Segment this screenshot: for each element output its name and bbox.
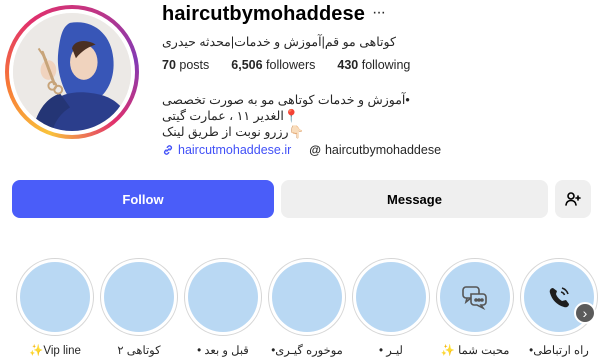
highlight-label: موخوره گیـری• <box>271 345 343 357</box>
story-highlights: ✨Vip line کوتاهی ۲ قبل و بعد • موخوره گی… <box>16 258 598 358</box>
bio-line: 👇🏻رزرو نوبت از طریق لینک <box>162 125 305 139</box>
phone-icon <box>549 287 569 308</box>
highlight-label: ✨Vip line <box>29 345 81 357</box>
highlight-cover: › <box>524 262 596 332</box>
bio-line: 📍الغدیر ۱۱ ، عمارت گیتی <box>162 109 300 123</box>
highlight-cover <box>20 262 90 332</box>
profile-bio: •آموزش و خدمات کوتاهی مو به صورت تخصصی 📍… <box>162 92 422 140</box>
highlight-label: قبل و بعد • <box>197 345 249 357</box>
next-arrow-icon[interactable]: › <box>574 302 596 324</box>
highlight-item[interactable]: › راه ارتباطی• <box>520 258 598 357</box>
more-options-icon[interactable]: ··· <box>372 4 386 22</box>
threads-link[interactable]: @ haircutbymohaddese <box>309 143 441 157</box>
profile-avatar[interactable] <box>5 5 139 139</box>
highlight-cover <box>440 262 510 332</box>
highlight-item[interactable]: قبل و بعد • <box>184 258 262 357</box>
website-link-text: haircutmohaddese.ir <box>178 143 292 157</box>
threads-icon: @ <box>309 143 321 157</box>
highlight-cover <box>356 262 426 332</box>
highlight-label: لیـر • <box>379 345 403 357</box>
chat-bubble-icon <box>462 286 487 310</box>
profile-stats: 70 posts 6,506 followers 430 following <box>162 58 410 72</box>
highlight-item[interactable]: لیـر • <box>352 258 430 357</box>
add-person-icon <box>565 192 581 206</box>
highlight-label: کوتاهی ۲ <box>117 345 161 357</box>
highlight-cover <box>272 262 342 332</box>
highlight-cover <box>104 262 174 332</box>
threads-link-text: haircutbymohaddese <box>324 143 442 157</box>
highlight-item[interactable]: ✨Vip line <box>16 258 94 357</box>
highlight-label: راه ارتباطی• <box>529 345 589 357</box>
highlight-item[interactable]: کوتاهی ۲ <box>100 258 178 357</box>
profile-links: haircutmohaddese.ir @ haircutbymohaddese <box>162 143 441 157</box>
highlight-item[interactable]: محبت شما ✨ <box>436 258 514 357</box>
followers-count[interactable]: 6,506 followers <box>231 58 315 72</box>
highlight-label: محبت شما ✨ <box>440 345 510 357</box>
bio-line: •آموزش و خدمات کوتاهی مو به صورت تخصصی <box>162 93 410 107</box>
profile-full-name: کوتاهی مو قم|آموزش و خدمات|محدثه حیدری <box>162 35 396 49</box>
message-button[interactable]: Message <box>281 180 548 218</box>
follow-button[interactable]: Follow <box>12 180 274 218</box>
website-link[interactable]: haircutmohaddese.ir <box>162 143 291 157</box>
posts-count: 70 posts <box>162 58 210 72</box>
suggested-accounts-button[interactable] <box>555 180 591 218</box>
highlight-item[interactable]: موخوره گیـری• <box>268 258 346 357</box>
link-icon <box>163 145 173 155</box>
following-count[interactable]: 430 following <box>337 58 410 72</box>
profile-username: haircutbymohaddese <box>162 3 365 25</box>
avatar-photo <box>13 13 131 131</box>
highlight-cover <box>188 262 258 332</box>
